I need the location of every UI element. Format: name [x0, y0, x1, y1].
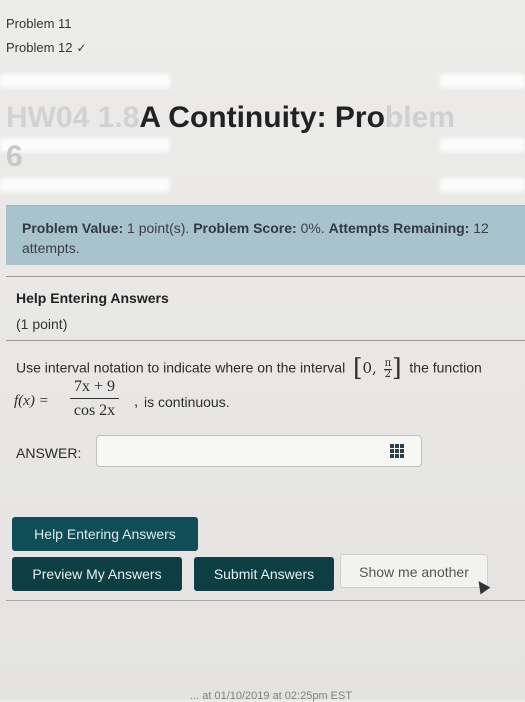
screen-glare [440, 74, 525, 88]
problem-label[interactable]: Problem 11 [6, 16, 72, 31]
denominator-two: 2 [384, 368, 392, 380]
screen-glare [0, 178, 170, 192]
equation-editor-icon[interactable] [390, 444, 404, 458]
help-heading: Help Entering Answers [16, 290, 169, 306]
problem-label[interactable]: Problem 12 [6, 40, 72, 55]
problem-list: Problem 11 Problem 12 ✓ [6, 14, 87, 62]
page: Problem 11 Problem 12 ✓ HW04 1.8A Continu… [0, 0, 525, 702]
checkmark-icon: ✓ [76, 41, 87, 55]
score-text: 0%. [300, 220, 325, 236]
interval-expression: [0, π 2 ] [353, 354, 402, 382]
screen-glare [440, 138, 525, 152]
score-label: Problem Score: [193, 220, 297, 236]
title-faded-suffix: blem [384, 101, 455, 134]
function-lhs: f(x) = [14, 393, 49, 409]
answer-label: ANSWER: [16, 445, 82, 461]
footer-timestamp: ... at 01/10/2019 at 02:25pm EST [190, 690, 353, 702]
help-entering-answers-button[interactable]: Help Entering Answers [12, 517, 198, 551]
submit-answers-button[interactable]: Submit Answers [194, 557, 334, 591]
pi-over-2: π 2 [383, 357, 393, 380]
question-after-interval: the function [409, 359, 482, 376]
fraction-numerator: 7x + 9 [70, 378, 120, 399]
title-faded-prefix: HW04 1.8 [6, 101, 140, 134]
divider [6, 600, 525, 601]
divider [6, 276, 525, 277]
title-main: A Continuity: Pro [139, 101, 385, 134]
problem-link-11[interactable]: Problem 11 [6, 14, 87, 38]
question-intro: Use interval notation to indicate where … [16, 359, 346, 376]
problem-info-box: Problem Value: 1 point(s). Problem Score… [6, 205, 525, 265]
fraction-denominator: cos 2x [73, 402, 116, 419]
fraction: 7x + 9 cos 2x [70, 378, 120, 420]
value-text: 1 point(s). [127, 220, 190, 236]
comma: , [134, 393, 139, 410]
divider [6, 340, 525, 341]
problem-link-12[interactable]: Problem 12 ✓ [6, 38, 87, 62]
interval-start: 0, [362, 359, 377, 377]
continuity-text: is continuous. [144, 394, 230, 410]
title-line-2: 6 [6, 140, 23, 173]
screen-glare [440, 178, 525, 192]
attempts-label: Attempts Remaining: [328, 220, 470, 236]
question-text: Use interval notation to indicate where … [16, 354, 482, 382]
problem-points: (1 point) [16, 316, 68, 332]
screen-glare [0, 138, 170, 152]
show-another-button[interactable]: Show me another [340, 554, 488, 588]
page-title: HW04 1.8A Continuity: Problem [6, 98, 525, 138]
screen-glare [0, 74, 170, 88]
pi-symbol: π [383, 357, 393, 370]
value-label: Problem Value: [22, 220, 124, 236]
answer-input[interactable] [96, 435, 422, 467]
preview-answers-button[interactable]: Preview My Answers [12, 557, 182, 591]
